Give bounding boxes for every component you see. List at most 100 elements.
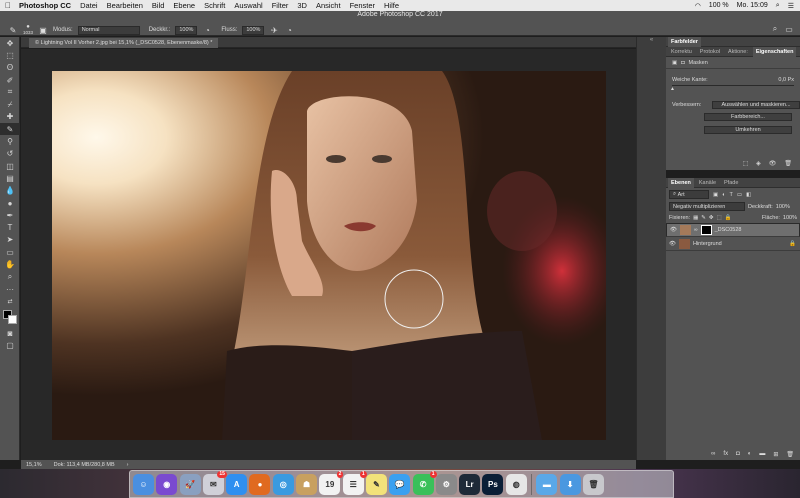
battery-text[interactable]: 100 % <box>709 2 729 9</box>
lock-pixels-icon[interactable]: ▦ <box>693 215 698 221</box>
brush-preset-icon[interactable]: ● 1033 <box>23 24 33 35</box>
firefox-icon[interactable]: ● <box>249 473 271 495</box>
lock-paint-icon[interactable]: ✎ <box>701 215 706 221</box>
layer-filter-select[interactable]: ⌕ Art <box>669 190 709 199</box>
pressure-opacity-icon[interactable]: ◔ <box>202 25 212 35</box>
add-mask-icon[interactable]: ◘ <box>736 451 740 458</box>
blur-tool-icon[interactable]: 💧 <box>0 185 20 197</box>
menu-ebene[interactable]: Ebene <box>173 1 195 10</box>
feather-slider-handle[interactable]: ▲ <box>670 86 675 92</box>
contacts-icon[interactable]: ☗ <box>296 473 318 495</box>
feather-slider[interactable]: ▲ <box>670 85 794 92</box>
background-color[interactable] <box>8 314 17 324</box>
feather-value[interactable]: 0,0 Px <box>778 77 794 83</box>
filter-pixel-icon[interactable]: ▣ <box>713 192 718 198</box>
menu-3d[interactable]: 3D <box>297 1 307 10</box>
opacity-input[interactable]: 100% <box>175 25 198 35</box>
canvas-image[interactable] <box>52 71 606 440</box>
quick-mask-icon[interactable]: ◙ <box>0 328 20 340</box>
photoshop-icon[interactable]: Ps <box>482 473 504 495</box>
tab-channels[interactable]: Kanäle <box>696 178 719 188</box>
swap-colors-icon[interactable]: ⇄ <box>0 295 20 307</box>
more-tools-icon[interactable]: ··· <box>0 283 20 295</box>
rectangle-tool-icon[interactable]: ▭ <box>0 246 20 258</box>
layer-visibility-icon[interactable]: 👁 <box>670 227 677 233</box>
airbrush-icon[interactable]: ✈ <box>269 25 279 35</box>
tab-layers[interactable]: Ebenen <box>668 177 694 188</box>
safari-icon[interactable]: ◎ <box>272 473 294 495</box>
panel-collapse-icon[interactable]: « <box>637 37 666 47</box>
mail-icon[interactable]: ✉ 15 <box>202 470 227 495</box>
wifi-icon[interactable]: ◠ <box>695 2 701 10</box>
quick-selection-tool-icon[interactable]: ✐ <box>0 74 20 86</box>
menu-schrift[interactable]: Schrift <box>204 1 225 10</box>
link-icon[interactable]: ∞ <box>694 227 698 233</box>
blend-mode-select[interactable]: Negativ multiplizieren <box>669 202 745 211</box>
gradient-tool-icon[interactable]: ▤ <box>0 172 20 184</box>
whatsapp-icon[interactable]: ✆ 1 <box>412 470 437 495</box>
link-layers-icon[interactable]: ∞ <box>711 451 715 458</box>
color-range-button[interactable]: Farbbereich... <box>704 113 792 121</box>
notes-icon[interactable]: ✎ <box>365 473 387 495</box>
tab-properties[interactable]: Eigenschaften <box>752 46 797 57</box>
pixel-mask-icon[interactable]: ▣ <box>672 60 677 66</box>
workspace-icon[interactable]: ▭ <box>784 24 794 34</box>
spotlight-icon[interactable]: ⌕ <box>776 2 780 10</box>
launchpad-icon[interactable]: 🚀 <box>179 473 201 495</box>
zoom-tool-icon[interactable]: ⌕ <box>0 271 20 283</box>
clone-stamp-tool-icon[interactable]: ⚲ <box>0 135 20 147</box>
chrome-icon[interactable]: ◍ <box>505 473 527 495</box>
move-tool-icon[interactable]: ✥ <box>0 37 20 49</box>
path-selection-tool-icon[interactable]: ➤ <box>0 234 20 246</box>
menu-ansicht[interactable]: Ansicht <box>316 1 341 10</box>
notification-center-icon[interactable]: ☰ <box>788 2 794 10</box>
document-tab[interactable]: © Lightning Vol II Vorher 2.jpg bei 15,1… <box>29 38 219 48</box>
filter-adjust-icon[interactable]: ◐ <box>722 192 725 198</box>
fx-icon[interactable]: fx <box>723 451 728 458</box>
menu-datei[interactable]: Datei <box>80 1 98 10</box>
pen-tool-icon[interactable]: ✒ <box>0 209 20 221</box>
vector-mask-icon[interactable]: ◘ <box>681 60 684 66</box>
load-selection-icon[interactable]: ⬚ <box>742 160 748 167</box>
menu-fenster[interactable]: Fenster <box>350 1 375 10</box>
flow-input[interactable]: 100% <box>242 25 265 35</box>
layer-visibility-icon[interactable]: 👁 <box>669 241 676 247</box>
tab-actions[interactable]: Aktione: <box>725 47 751 57</box>
downloads-icon[interactable]: ⬇ <box>559 473 581 495</box>
delete-layer-icon[interactable]: 🗑 <box>786 451 794 458</box>
tab-paths[interactable]: Pfade <box>721 178 741 188</box>
menu-bild[interactable]: Bild <box>152 1 165 10</box>
apply-mask-icon[interactable]: ◈ <box>756 160 761 167</box>
menu-auswahl[interactable]: Auswahl <box>234 1 262 10</box>
siri-icon[interactable]: ◉ <box>156 473 178 495</box>
color-swatches[interactable] <box>0 308 20 328</box>
menu-filter[interactable]: Filter <box>272 1 289 10</box>
layer-row[interactable]: 👁 ∞ _DSC0528 <box>666 223 800 237</box>
layer-row[interactable]: 👁 Hintergrund 🔒 <box>666 237 800 251</box>
tab-swatches[interactable]: Farbfelder <box>668 36 701 47</box>
trash-icon[interactable]: 🗑 <box>582 473 604 495</box>
menu-bearbeiten[interactable]: Bearbeiten <box>107 1 143 10</box>
group-folder-icon[interactable]: ▬ <box>759 451 765 458</box>
brush-tool-icon[interactable]: ✎ <box>0 123 20 136</box>
hand-tool-icon[interactable]: ✋ <box>0 258 20 270</box>
apple-menu-icon[interactable]:  <box>5 1 11 10</box>
marquee-tool-icon[interactable]: ⬚ <box>0 49 20 61</box>
reminders-icon[interactable]: ☰ 1 <box>342 470 367 495</box>
lock-position-icon[interactable]: ✥ <box>709 215 714 221</box>
finder-icon[interactable]: ☺ <box>133 473 154 495</box>
search-icon[interactable]: ⌕ <box>770 24 780 34</box>
filter-smart-icon[interactable]: ◧ <box>746 192 751 198</box>
healing-brush-tool-icon[interactable]: ✚ <box>0 111 20 123</box>
lasso-tool-icon[interactable]: ʘ <box>0 62 20 74</box>
eyedropper-tool-icon[interactable]: ⌿ <box>0 98 20 110</box>
select-and-mask-button[interactable]: Auswählen und maskieren... <box>712 100 800 109</box>
document-info[interactable]: Dok: 113,4 MB/280,8 MB <box>54 462 115 468</box>
menu-hilfe[interactable]: Hilfe <box>384 1 399 10</box>
messages-icon[interactable]: 💬 <box>389 473 411 495</box>
lock-all-icon[interactable]: 🔒 <box>725 215 732 221</box>
pressure-size-icon[interactable]: ◔ <box>284 25 294 35</box>
layer-name[interactable]: _DSC0528 <box>715 227 742 233</box>
lock-artboard-icon[interactable]: ⬚ <box>717 215 722 221</box>
type-tool-icon[interactable]: T <box>0 221 20 233</box>
